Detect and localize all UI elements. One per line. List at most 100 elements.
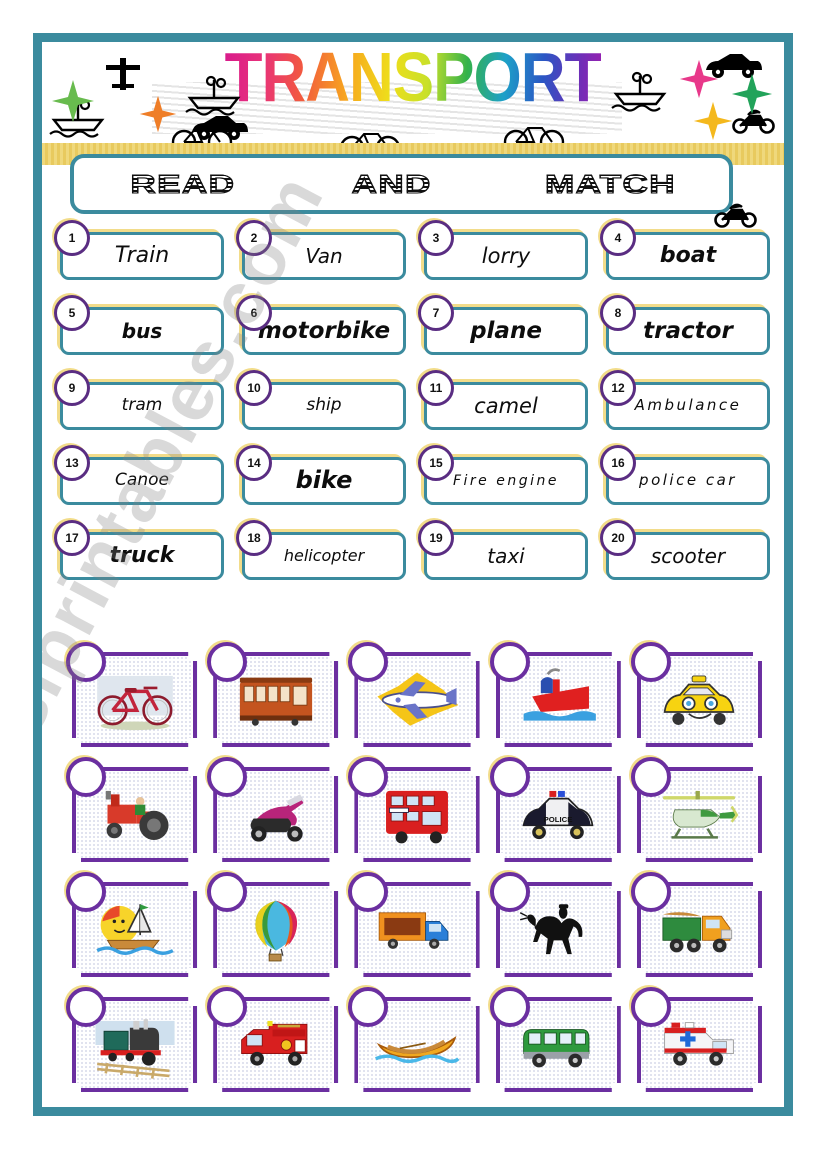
word-number-badge: 7 <box>418 295 454 331</box>
word-label: bus <box>121 318 163 343</box>
word-cell: Van 2 <box>236 220 408 282</box>
word-cell: tractor 8 <box>600 295 772 357</box>
answer-circle[interactable] <box>630 987 671 1027</box>
word-number-badge: 4 <box>600 220 636 256</box>
answer-circle[interactable] <box>207 987 248 1027</box>
word-number-badge: 16 <box>600 445 636 481</box>
word-cell: scooter 20 <box>600 520 772 582</box>
picture-grid: POLICE <box>64 642 764 1094</box>
van-picture <box>374 893 460 967</box>
star-icon <box>693 101 733 141</box>
hot-air-balloon-picture <box>233 893 319 967</box>
word-label: taxi <box>487 543 525 568</box>
fire-engine-picture <box>233 1008 319 1082</box>
motorbike-icon <box>732 109 775 134</box>
word-number-badge: 15 <box>418 445 454 481</box>
helicopter-picture <box>656 778 742 852</box>
word-cell: Train 1 <box>54 220 226 282</box>
word-label: Fire engine <box>452 472 559 489</box>
word-label: scooter <box>650 543 726 568</box>
word-number-badge: 1 <box>54 220 90 256</box>
word-label: plane <box>470 317 542 344</box>
word-cell: tram 9 <box>54 370 226 432</box>
picture-cell <box>346 987 481 1094</box>
word-cell: Canoe 13 <box>54 445 226 507</box>
picture-cell <box>205 987 340 1094</box>
answer-circle[interactable] <box>66 872 106 912</box>
picture-cell <box>346 872 481 979</box>
answer-circle[interactable] <box>66 987 106 1027</box>
picture-cell <box>629 757 764 864</box>
answer-circle[interactable] <box>630 872 671 912</box>
word-label: bike <box>295 466 353 495</box>
train-picture <box>92 1008 178 1082</box>
answer-circle[interactable] <box>207 757 248 797</box>
instruction-banner: READ AND MATCH <box>70 154 733 214</box>
answer-circle[interactable] <box>66 757 106 797</box>
answer-circle[interactable] <box>66 642 106 682</box>
answer-circle[interactable] <box>489 872 530 912</box>
picture-cell <box>64 872 199 979</box>
picture-cell <box>205 642 340 749</box>
minibus-picture <box>515 1008 601 1082</box>
sailboat-picture <box>92 893 178 967</box>
word-number-badge: 13 <box>54 445 90 481</box>
instruction-word-and: AND <box>351 168 432 199</box>
picture-cell <box>64 757 199 864</box>
word-number-badge: 5 <box>54 295 90 331</box>
word-label: Train <box>114 243 170 269</box>
word-cell: plane 7 <box>418 295 590 357</box>
answer-circle[interactable] <box>207 872 248 912</box>
tram-picture <box>233 663 319 737</box>
word-cell: motorbike 6 <box>236 295 408 357</box>
tractor-picture <box>92 778 178 852</box>
word-label: motorbike <box>257 317 391 344</box>
word-label: police car <box>639 471 737 490</box>
picture-cell: POLICE <box>488 757 623 864</box>
answer-circle[interactable] <box>630 642 671 682</box>
word-number-badge: 14 <box>236 445 272 481</box>
word-label: lorry <box>481 243 531 268</box>
word-cell: helicopter 18 <box>236 520 408 582</box>
word-number-badge: 17 <box>54 520 90 556</box>
word-number-badge: 20 <box>600 520 636 556</box>
word-number-badge: 8 <box>600 295 636 331</box>
word-number-badge: 6 <box>236 295 272 331</box>
word-label: helicopter <box>283 545 365 565</box>
lorry-picture <box>656 893 742 967</box>
word-cell: Ambulance 12 <box>600 370 772 432</box>
picture-cell <box>488 872 623 979</box>
worksheet-header: TRANSPORT <box>42 42 784 160</box>
taxi-picture <box>656 663 742 737</box>
word-label: tractor <box>643 317 733 344</box>
svg-text:POLICE: POLICE <box>544 814 573 823</box>
instruction-word-read: READ <box>130 168 236 199</box>
worksheet-frame: TRANSPORT READ AND MATCH Train 1 Van 2 l… <box>33 33 793 1116</box>
bus-picture <box>374 778 460 852</box>
ship-picture <box>515 663 601 737</box>
answer-circle[interactable] <box>630 757 671 797</box>
word-number-badge: 3 <box>418 220 454 256</box>
page-title: TRANSPORT <box>224 42 603 117</box>
word-label: Canoe <box>115 470 169 491</box>
word-label: camel <box>474 393 538 418</box>
word-cell: ship 10 <box>236 370 408 432</box>
canoe-picture <box>374 1008 460 1082</box>
bicycle-picture <box>92 663 178 737</box>
word-number-badge: 12 <box>600 370 636 406</box>
camel-picture <box>515 893 601 967</box>
word-number-badge: 11 <box>418 370 454 406</box>
word-cell: lorry 3 <box>418 220 590 282</box>
word-label: tram <box>121 395 163 416</box>
scooter-picture <box>233 778 319 852</box>
answer-circle[interactable] <box>489 642 530 682</box>
answer-circle[interactable] <box>489 757 530 797</box>
answer-circle[interactable] <box>489 987 530 1027</box>
answer-circle[interactable] <box>207 642 248 682</box>
word-cell: bus 5 <box>54 295 226 357</box>
word-label: boat <box>659 243 717 269</box>
word-label: truck <box>109 543 175 569</box>
ambulance-picture <box>656 1008 742 1082</box>
word-number-badge: 9 <box>54 370 90 406</box>
word-number-badge: 18 <box>236 520 272 556</box>
